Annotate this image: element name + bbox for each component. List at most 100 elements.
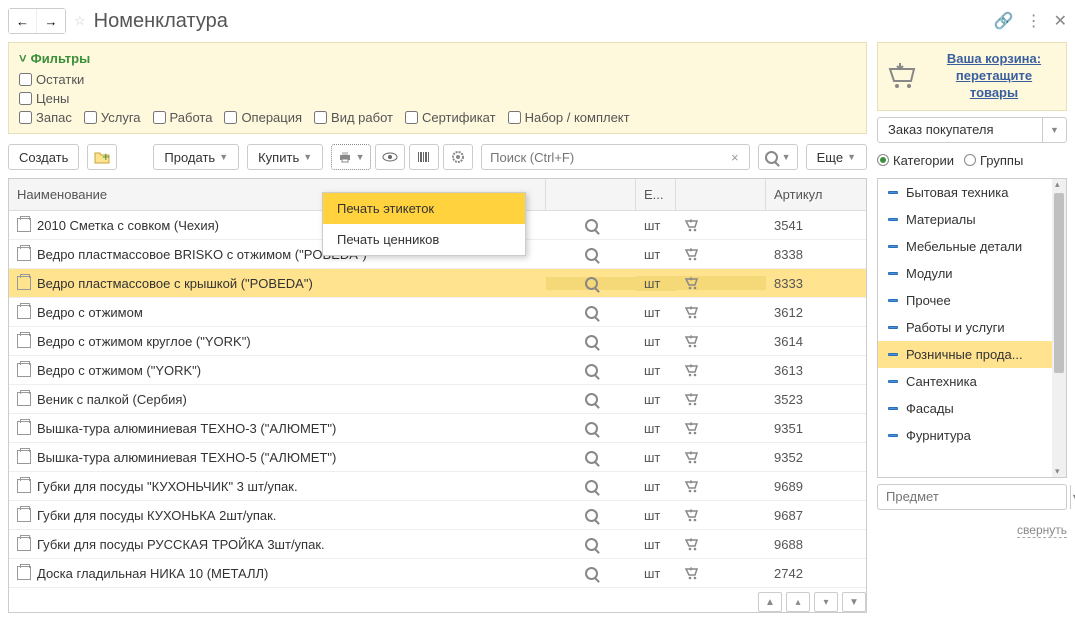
cart-icon[interactable] bbox=[684, 421, 700, 435]
cart-icon[interactable] bbox=[684, 566, 700, 580]
table-row[interactable]: Вышка-тура алюминиевая ТЕХНО-3 ("АЛЮМЕТ"… bbox=[9, 414, 866, 443]
cart-icon[interactable] bbox=[684, 537, 700, 551]
cart-icon[interactable] bbox=[684, 334, 700, 348]
filter-rabota[interactable]: Работа bbox=[153, 110, 213, 125]
filter-sertifikat[interactable]: Сертификат bbox=[405, 110, 496, 125]
search-icon[interactable] bbox=[585, 335, 598, 348]
subject-dropdown-icon[interactable]: ▼ bbox=[1070, 485, 1075, 509]
filter-ostatki[interactable]: Остатки bbox=[19, 72, 84, 87]
cart-icon[interactable] bbox=[684, 276, 700, 290]
nav-forward-button[interactable]: → bbox=[37, 9, 65, 33]
category-item[interactable]: Сантехника bbox=[878, 368, 1052, 395]
scroll-bottom-button[interactable]: ▼ bbox=[842, 592, 866, 612]
item-name: Губки для посуды РУССКАЯ ТРОЙКА 3шт/упак… bbox=[37, 537, 325, 552]
customer-order-button[interactable]: Заказ покупателя ▼ bbox=[877, 117, 1067, 143]
scroll-up-button[interactable]: ▴ bbox=[786, 592, 810, 612]
category-item[interactable]: Розничные прода... bbox=[878, 341, 1052, 368]
search-icon[interactable] bbox=[585, 393, 598, 406]
scroll-down-button[interactable]: ▾ bbox=[814, 592, 838, 612]
search-icon[interactable] bbox=[585, 306, 598, 319]
table-row[interactable]: Ведро с отжимом круглое ("YORK") шт 3614 bbox=[9, 327, 866, 356]
filter-operatsiya[interactable]: Операция bbox=[224, 110, 302, 125]
category-item[interactable]: Бытовая техника bbox=[878, 179, 1052, 206]
chevron-down-icon[interactable]: ▼ bbox=[1042, 118, 1066, 142]
category-label: Розничные прода... bbox=[906, 347, 1023, 362]
table-row[interactable]: Губки для посуды "КУХОНЬЧИК" 3 шт/упак. … bbox=[9, 472, 866, 501]
menu-print-price-tags[interactable]: Печать ценников bbox=[323, 224, 525, 255]
category-item[interactable]: Мебельные детали bbox=[878, 233, 1052, 260]
col-article[interactable]: Артикул bbox=[766, 179, 866, 210]
scrollbar[interactable] bbox=[1052, 179, 1066, 477]
create-folder-button[interactable]: + bbox=[87, 144, 117, 170]
cart-icon[interactable] bbox=[684, 508, 700, 522]
search-icon[interactable] bbox=[585, 422, 598, 435]
item-name: Ведро с отжимом bbox=[37, 305, 143, 320]
subject-input[interactable] bbox=[878, 489, 1070, 504]
cart-icon[interactable] bbox=[684, 305, 700, 319]
sell-button[interactable]: Продать▼ bbox=[153, 144, 239, 170]
category-label: Сантехника bbox=[906, 374, 977, 389]
search-icon[interactable] bbox=[585, 567, 598, 580]
filter-nabor[interactable]: Набор / комплект bbox=[508, 110, 630, 125]
col-unit[interactable]: Е... bbox=[636, 179, 676, 210]
table-row[interactable]: Губки для посуды РУССКАЯ ТРОЙКА 3шт/упак… bbox=[9, 530, 866, 559]
search-input[interactable] bbox=[488, 149, 727, 166]
cart-icon[interactable] bbox=[684, 363, 700, 377]
create-button[interactable]: Создать bbox=[8, 144, 79, 170]
cart-icon[interactable] bbox=[684, 247, 700, 261]
cart-icon[interactable] bbox=[684, 392, 700, 406]
cart-icon[interactable] bbox=[684, 218, 700, 232]
filters-toggle[interactable]: ˅ Фильтры bbox=[19, 51, 856, 66]
view-button[interactable] bbox=[375, 144, 405, 170]
filter-usluga[interactable]: Услуга bbox=[84, 110, 141, 125]
cart-link[interactable]: Ваша корзина:перетащите товары bbox=[930, 51, 1058, 102]
search-icon[interactable] bbox=[585, 480, 598, 493]
table-row[interactable]: Ведро пластмассовое с крышкой ("POBEDA")… bbox=[9, 269, 866, 298]
radio-categories[interactable]: Категории bbox=[877, 153, 954, 168]
search-icon[interactable] bbox=[585, 451, 598, 464]
print-button[interactable]: ▼ bbox=[331, 144, 371, 170]
search-icon[interactable] bbox=[585, 219, 598, 232]
search-icon[interactable] bbox=[585, 364, 598, 377]
find-button[interactable]: ▼ bbox=[758, 144, 798, 170]
search-box[interactable]: × bbox=[481, 144, 749, 170]
cart-icon[interactable] bbox=[684, 450, 700, 464]
table-row[interactable]: Ведро с отжимом шт 3612 bbox=[9, 298, 866, 327]
category-item[interactable]: Прочее bbox=[878, 287, 1052, 314]
scroll-top-button[interactable]: ▲ bbox=[758, 592, 782, 612]
link-icon[interactable]: 🔗 bbox=[994, 11, 1014, 31]
kebab-menu-icon[interactable]: ⋮ bbox=[1026, 11, 1042, 31]
filter-ceny[interactable]: Цены bbox=[19, 91, 69, 106]
filter-vid-rabot[interactable]: Вид работ bbox=[314, 110, 393, 125]
category-item[interactable]: Материалы bbox=[878, 206, 1052, 233]
category-marker-icon bbox=[888, 353, 898, 356]
category-item[interactable]: Фасады bbox=[878, 395, 1052, 422]
col-cart[interactable] bbox=[676, 179, 766, 210]
col-search[interactable] bbox=[546, 179, 636, 210]
table-row[interactable]: Ведро с отжимом ("YORK") шт 3613 bbox=[9, 356, 866, 385]
table-row[interactable]: Веник с палкой (Сербия) шт 3523 bbox=[9, 385, 866, 414]
search-icon[interactable] bbox=[585, 248, 598, 261]
more-button[interactable]: Еще▼ bbox=[806, 144, 867, 170]
category-item[interactable]: Фурнитура bbox=[878, 422, 1052, 449]
collapse-link[interactable]: свернуть bbox=[1017, 523, 1067, 538]
search-icon[interactable] bbox=[585, 509, 598, 522]
menu-print-labels[interactable]: Печать этикеток bbox=[323, 193, 525, 224]
settings-button[interactable] bbox=[443, 144, 473, 170]
close-icon[interactable]: ✕ bbox=[1054, 11, 1067, 31]
nav-back-button[interactable]: ← bbox=[9, 9, 37, 33]
table-row[interactable]: Доска гладильная НИКА 10 (МЕТАЛЛ) шт 274… bbox=[9, 559, 866, 588]
cart-icon[interactable] bbox=[684, 479, 700, 493]
buy-button[interactable]: Купить▼ bbox=[247, 144, 323, 170]
search-icon[interactable] bbox=[585, 277, 598, 290]
table-row[interactable]: Вышка-тура алюминиевая ТЕХНО-5 ("АЛЮМЕТ"… bbox=[9, 443, 866, 472]
category-item[interactable]: Работы и услуги bbox=[878, 314, 1052, 341]
table-row[interactable]: Губки для посуды КУХОНЬКА 2шт/упак. шт 9… bbox=[9, 501, 866, 530]
favorite-star-icon[interactable]: ☆ bbox=[74, 13, 86, 29]
barcode-button[interactable] bbox=[409, 144, 439, 170]
search-clear-icon[interactable]: × bbox=[727, 150, 743, 165]
radio-groups[interactable]: Группы bbox=[964, 153, 1023, 168]
search-icon[interactable] bbox=[585, 538, 598, 551]
category-item[interactable]: Модули bbox=[878, 260, 1052, 287]
filter-zapas[interactable]: Запас bbox=[19, 110, 72, 125]
